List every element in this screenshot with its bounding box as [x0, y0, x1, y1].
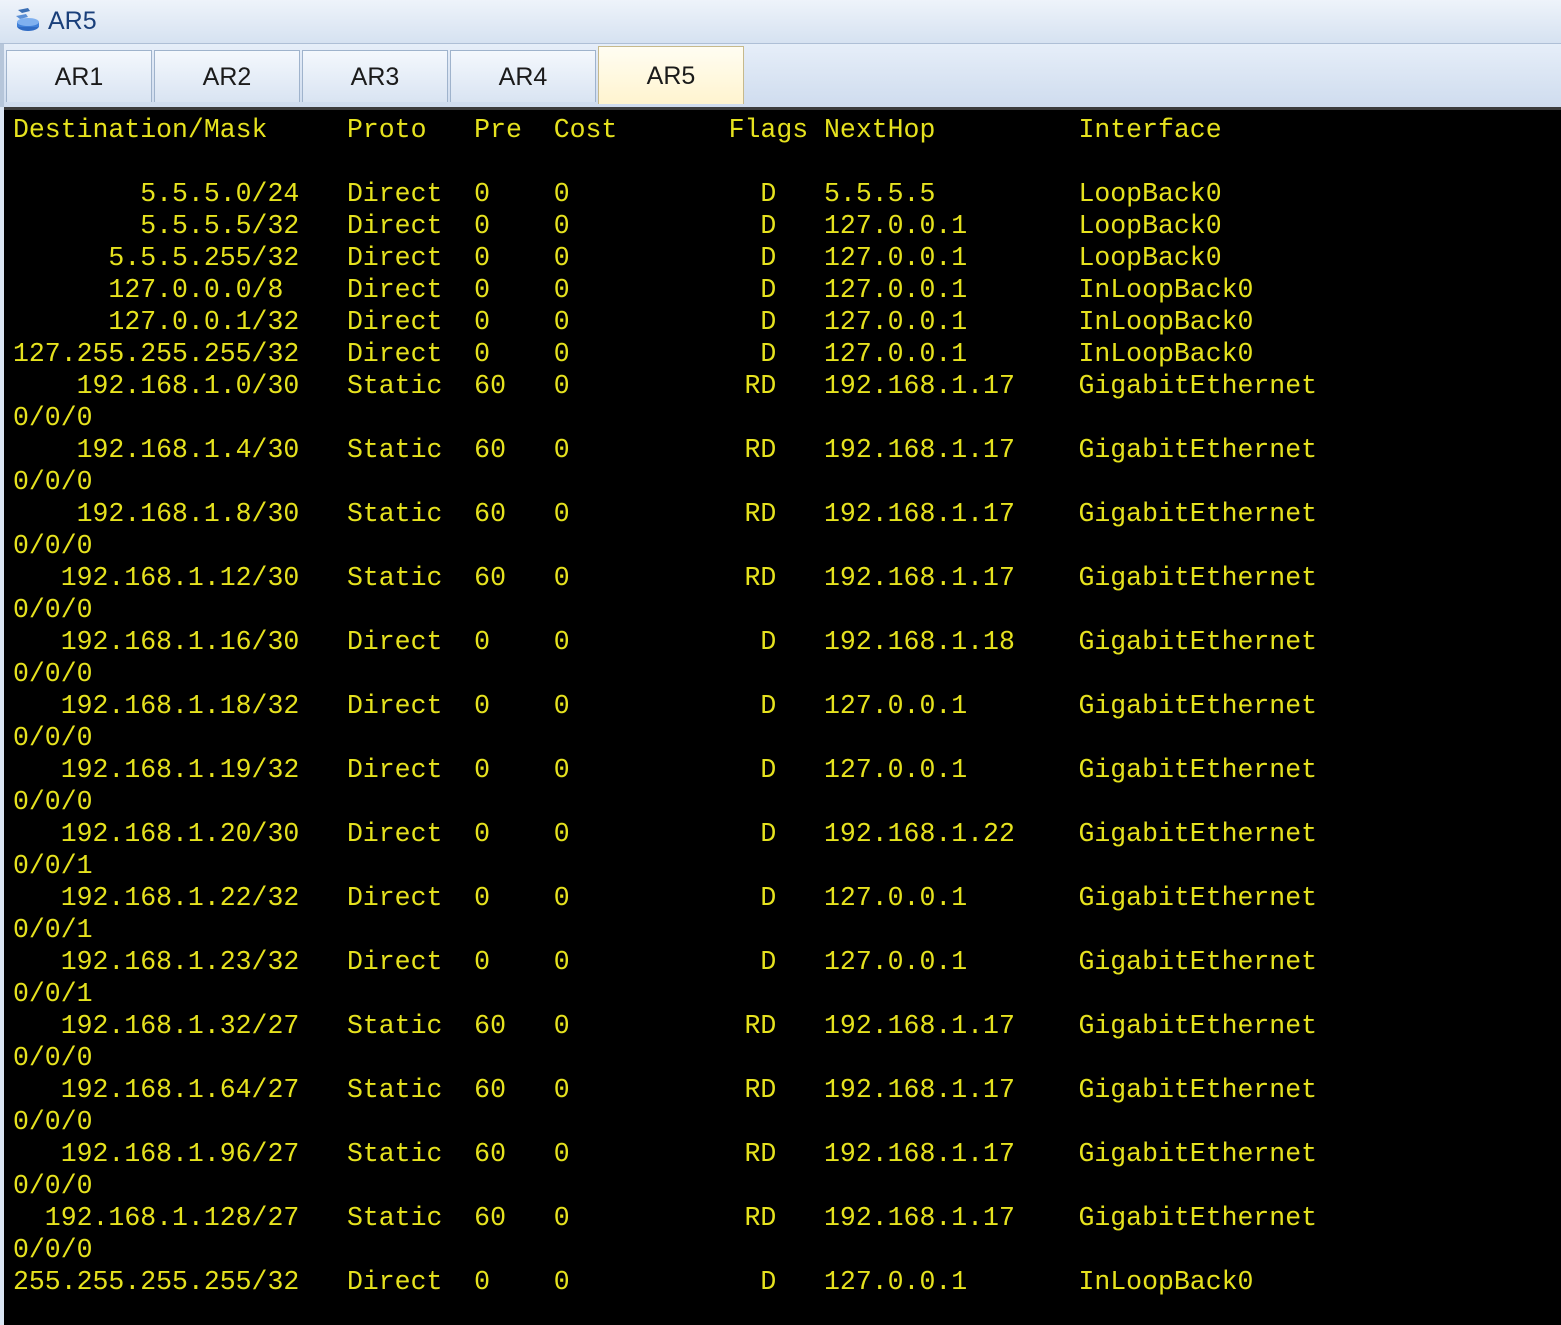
route-line: 192.168.1.0/30 Static 60 0 RD 192.168.1.… [13, 371, 1318, 401]
route-line: 127.0.0.0/8 Direct 0 0 D 127.0.0.1 InLoo… [13, 275, 1254, 305]
route-line: 0/0/0 [13, 467, 93, 497]
route-line: 0/0/0 [13, 1235, 93, 1265]
tab-ar5[interactable]: AR5 [598, 46, 744, 104]
tab-ar3[interactable]: AR3 [302, 50, 448, 102]
route-line: 0/0/1 [13, 915, 93, 945]
route-line: 192.168.1.8/30 Static 60 0 RD 192.168.1.… [13, 499, 1318, 529]
route-line: 192.168.1.16/30 Direct 0 0 D 192.168.1.1… [13, 627, 1318, 657]
route-line: 192.168.1.32/27 Static 60 0 RD 192.168.1… [13, 1011, 1318, 1041]
route-line: 192.168.1.96/27 Static 60 0 RD 192.168.1… [13, 1139, 1318, 1169]
route-line: 192.168.1.19/32 Direct 0 0 D 127.0.0.1 G… [13, 755, 1318, 785]
route-line: 192.168.1.128/27 Static 60 0 RD 192.168.… [13, 1203, 1318, 1233]
route-line: 192.168.1.22/32 Direct 0 0 D 127.0.0.1 G… [13, 883, 1318, 913]
route-line: 0/0/0 [13, 1043, 93, 1073]
route-line: 192.168.1.64/27 Static 60 0 RD 192.168.1… [13, 1075, 1318, 1105]
route-line: 0/0/0 [13, 595, 93, 625]
route-line: 127.0.0.1/32 Direct 0 0 D 127.0.0.1 InLo… [13, 307, 1254, 337]
route-line: 5.5.5.0/24 Direct 0 0 D 5.5.5.5 LoopBack… [13, 179, 1222, 209]
window-title: AR5 [48, 7, 97, 35]
title-bar[interactable]: AR5 [0, 0, 1561, 44]
route-line: 0/0/1 [13, 851, 93, 881]
route-line: 0/0/0 [13, 531, 93, 561]
route-line: 5.5.5.255/32 Direct 0 0 D 127.0.0.1 Loop… [13, 243, 1222, 273]
route-line: 192.168.1.20/30 Direct 0 0 D 192.168.1.2… [13, 819, 1318, 849]
router-icon [14, 6, 40, 34]
route-line: 0/0/0 [13, 1171, 93, 1201]
route-line: 192.168.1.18/32 Direct 0 0 D 127.0.0.1 G… [13, 691, 1318, 721]
route-line: 255.255.255.255/32 Direct 0 0 D 127.0.0.… [13, 1267, 1254, 1297]
route-line: 0/0/1 [13, 979, 93, 1009]
device-tab-strip: AR1 AR2 AR3 AR4 AR5 [0, 44, 1561, 107]
route-line: 0/0/0 [13, 723, 93, 753]
routing-table-output: Destination/Mask Proto Pre Cost Flags Ne… [13, 114, 1317, 1298]
route-line: 5.5.5.5/32 Direct 0 0 D 127.0.0.1 LoopBa… [13, 211, 1222, 241]
route-line: 0/0/0 [13, 787, 93, 817]
table-header-line: Destination/Mask Proto Pre Cost Flags Ne… [13, 115, 1222, 145]
tab-ar4[interactable]: AR4 [450, 50, 596, 102]
route-line: 192.168.1.12/30 Static 60 0 RD 192.168.1… [13, 563, 1318, 593]
route-line: 192.168.1.4/30 Static 60 0 RD 192.168.1.… [13, 435, 1318, 465]
tab-ar2[interactable]: AR2 [154, 50, 300, 102]
route-line: 0/0/0 [13, 659, 93, 689]
terminal-console[interactable]: Destination/Mask Proto Pre Cost Flags Ne… [4, 107, 1561, 1325]
route-line: 192.168.1.23/32 Direct 0 0 D 127.0.0.1 G… [13, 947, 1318, 977]
route-line: 127.255.255.255/32 Direct 0 0 D 127.0.0.… [13, 339, 1254, 369]
route-line: 0/0/0 [13, 403, 93, 433]
route-line: 0/0/0 [13, 1107, 93, 1137]
terminal-window: AR5 AR1 AR2 AR3 AR4 AR5 Destination/Mask… [0, 0, 1561, 1325]
tab-ar1[interactable]: AR1 [6, 50, 152, 102]
